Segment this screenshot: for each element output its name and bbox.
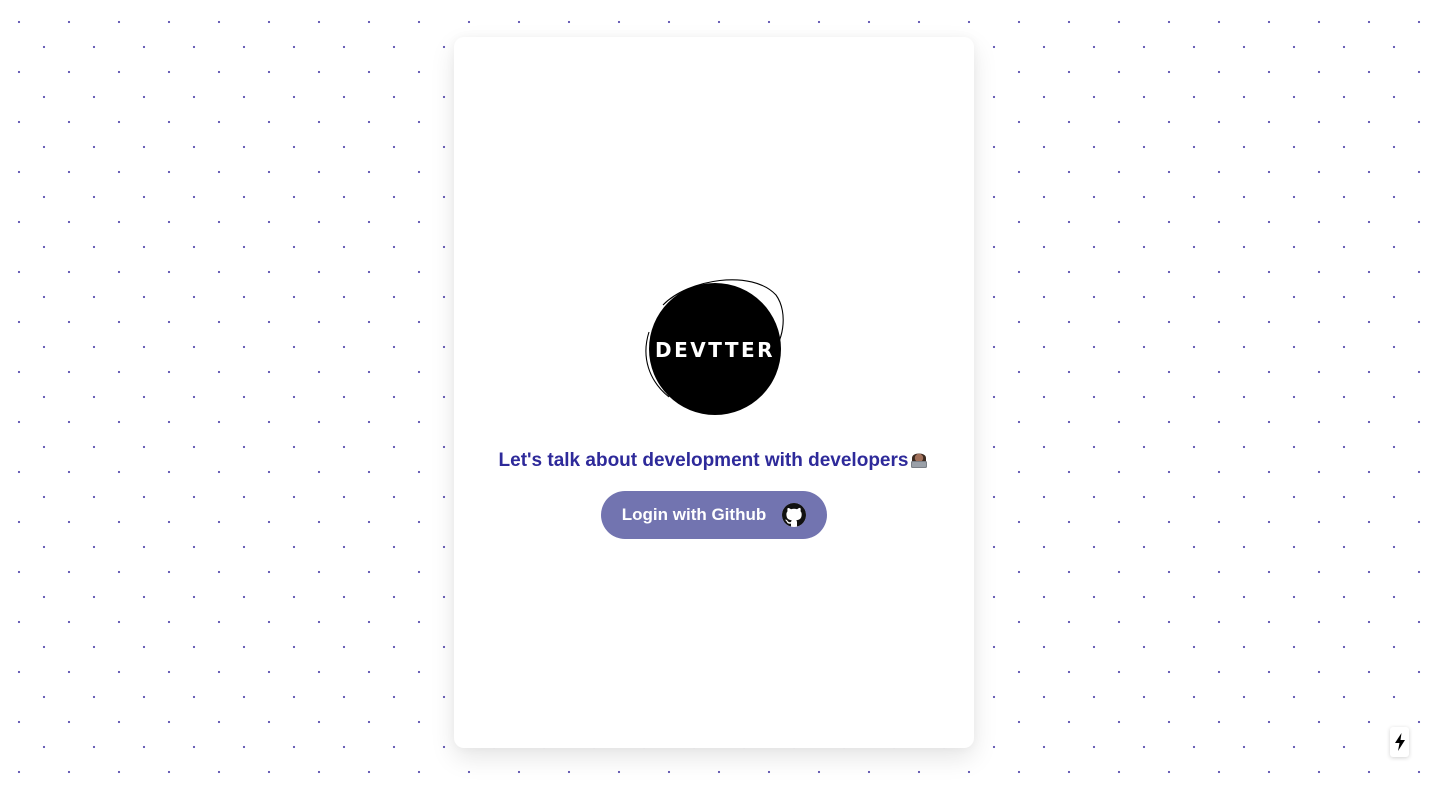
tagline-text: Let's talk about development with develo… [498,450,909,471]
logo-text: DEVTTER [655,338,775,362]
woman-technologist-icon [909,449,929,475]
login-with-github-button[interactable]: Login with Github [601,491,827,539]
login-button-label: Login with Github [621,505,767,524]
devtter-logo: DEVTTER [642,275,788,415]
login-card: DEVTTER Let's talk about development wit… [454,37,974,748]
tagline: Let's talk about development with develo… [454,449,974,475]
github-icon [782,503,807,527]
lightning-bolt-icon[interactable] [1390,727,1409,757]
